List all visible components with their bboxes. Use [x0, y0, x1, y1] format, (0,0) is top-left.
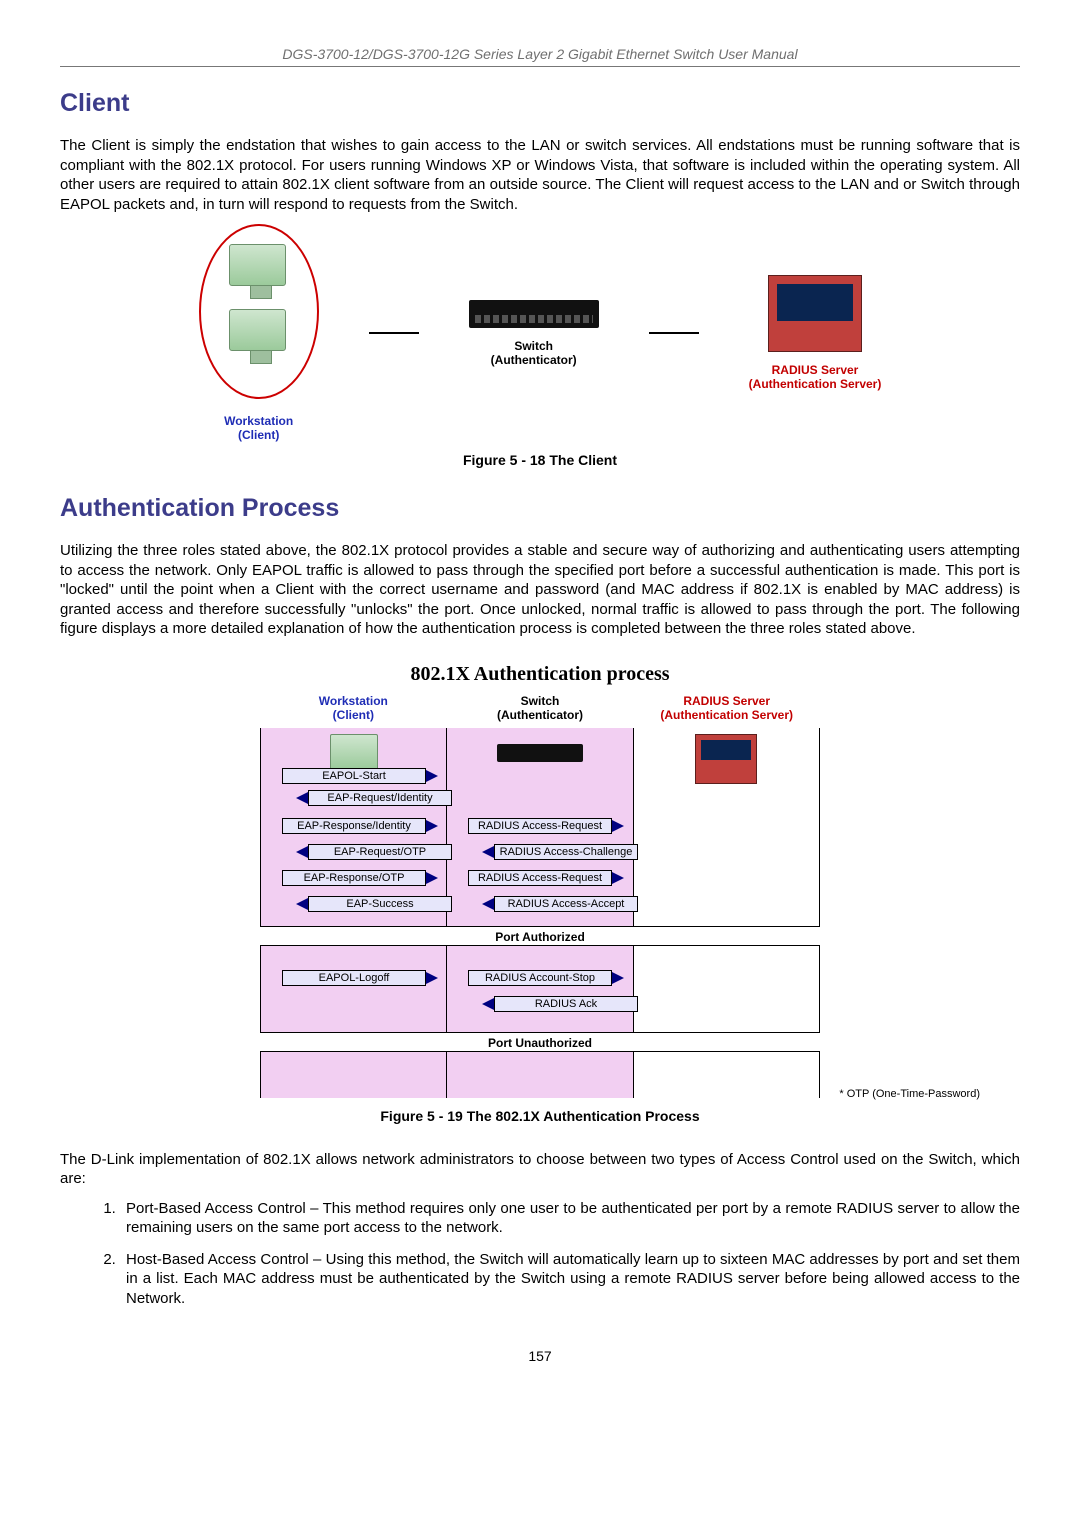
msg-radius-access-challenge: RADIUS Access-Challenge: [468, 844, 638, 860]
otp-footnote: * OTP (One-Time-Password): [839, 1088, 980, 1100]
msg-eapol-logoff: EAPOL-Logoff: [282, 970, 452, 986]
switch-icon: [469, 300, 599, 328]
auth-process-heading: Authentication Process: [60, 494, 1020, 523]
switch-label: Switch: [469, 339, 599, 353]
radius-server-icon: [768, 275, 862, 352]
switch-icon: [497, 744, 583, 762]
msg-radius-access-request-1: RADIUS Access-Request: [468, 818, 638, 834]
figure-5-18: Workstation (Client) Switch (Authenticat…: [60, 224, 1020, 442]
msg-radius-access-accept: RADIUS Access-Accept: [468, 896, 638, 912]
msg-eapol-start: EAPOL-Start: [282, 768, 452, 784]
sw-header: Switch: [521, 694, 560, 708]
list-item-port-based: Port-Based Access Control – This method …: [120, 1199, 1020, 1238]
msg-radius-ack: RADIUS Ack: [468, 996, 638, 1012]
ws-subheader: (Client): [333, 708, 374, 722]
sw-subheader: (Authenticator): [497, 708, 583, 722]
client-paragraph: The Client is simply the endstation that…: [60, 136, 1020, 214]
msg-eap-response-otp: EAP-Response/OTP: [282, 870, 452, 886]
switch-sublabel: (Authenticator): [469, 353, 599, 367]
radius-server-icon: [695, 734, 757, 784]
client-heading: Client: [60, 89, 1020, 118]
workstation-icon: [330, 734, 378, 770]
page-number: 157: [60, 1348, 1020, 1364]
msg-eap-success: EAP-Success: [282, 896, 452, 912]
msg-eap-request-identity: EAP-Request/Identity: [282, 790, 452, 806]
figure-5-18-caption: Figure 5 - 18 The Client: [60, 452, 1020, 468]
port-unauthorized-separator: Port Unauthorized: [260, 1032, 820, 1052]
rs-header: RADIUS Server: [683, 694, 770, 708]
figure-5-19-caption: Figure 5 - 19 The 802.1X Authentication …: [60, 1108, 1020, 1124]
msg-eap-response-identity: EAP-Response/Identity: [282, 818, 452, 834]
msg-radius-access-request-2: RADIUS Access-Request: [468, 870, 638, 886]
workstation-label: Workstation: [199, 414, 319, 428]
msg-radius-account-stop: RADIUS Account-Stop: [468, 970, 638, 986]
figure-5-19: Workstation (Client) Switch (Authenticat…: [260, 692, 820, 1098]
ws-header: Workstation: [319, 694, 388, 708]
connector-line: [649, 332, 699, 334]
auth-process-paragraph: Utilizing the three roles stated above, …: [60, 541, 1020, 639]
workstation-icon: [229, 309, 286, 351]
radius-label: RADIUS Server: [749, 363, 882, 377]
manual-header: DGS-3700-12/DGS-3700-12G Series Layer 2 …: [60, 46, 1020, 67]
connector-line: [369, 332, 419, 334]
workstation-sublabel: (Client): [199, 428, 319, 442]
figure-5-19-title: 802.1X Authentication process: [60, 663, 1020, 686]
radius-sublabel: (Authentication Server): [749, 377, 882, 391]
list-item-host-based: Host-Based Access Control – Using this m…: [120, 1250, 1020, 1309]
port-authorized-separator: Port Authorized: [260, 926, 820, 946]
implementation-paragraph: The D-Link implementation of 802.1X allo…: [60, 1150, 1020, 1189]
access-control-list: Port-Based Access Control – This method …: [90, 1199, 1020, 1309]
rs-subheader: (Authentication Server): [660, 708, 793, 722]
document-page: DGS-3700-12/DGS-3700-12G Series Layer 2 …: [0, 0, 1080, 1526]
msg-eap-request-otp: EAP-Request/OTP: [282, 844, 452, 860]
workstation-icon: [229, 244, 286, 286]
